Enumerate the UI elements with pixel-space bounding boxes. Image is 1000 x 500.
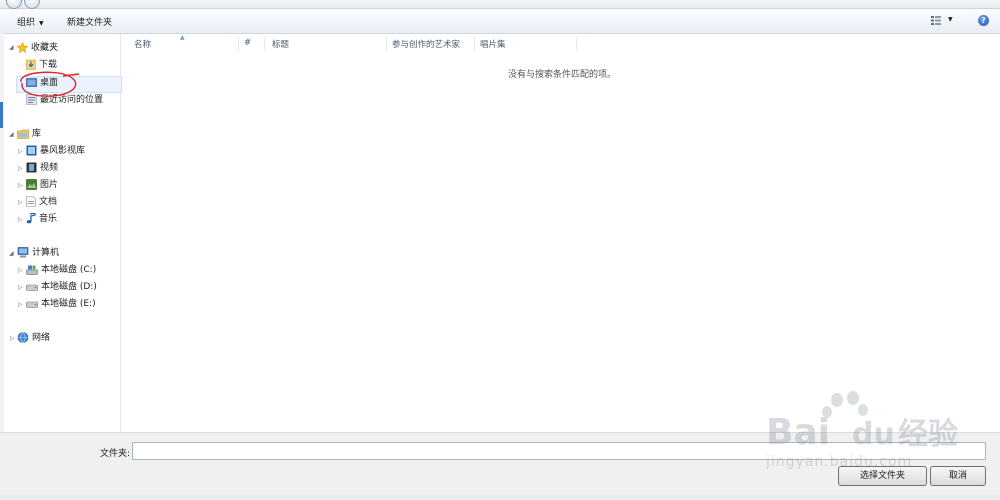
background-window-accent <box>0 102 3 128</box>
nav-computer-label: 计算机 <box>32 248 60 258</box>
organize-menu[interactable]: 组织 ▼ <box>17 15 44 28</box>
column-separator[interactable] <box>238 37 239 51</box>
nav-item-drive-d-label: 本地磁盘 (D:) <box>41 282 97 292</box>
baidu-watermark: Bai du 经验 jingyan.baidu.com <box>752 390 972 480</box>
column-separator[interactable] <box>474 37 475 51</box>
view-options-dropdown-icon[interactable]: ▼ <box>948 16 953 23</box>
nav-libraries[interactable]: 库 <box>17 127 41 142</box>
nav-item-baofeng-library[interactable]: 暴风影视库 <box>26 144 85 159</box>
nav-network[interactable]: 网络 <box>17 331 50 346</box>
organize-label: 组织 <box>17 18 36 28</box>
nav-favorites-label: 收藏夹 <box>31 43 59 53</box>
picture-icon <box>26 179 37 190</box>
forward-button[interactable] <box>24 0 40 9</box>
nav-item-pictures[interactable]: 图片 <box>26 178 58 193</box>
baidu-paw-logo: Bai du 经验 <box>766 391 958 453</box>
column-separator[interactable] <box>386 37 387 51</box>
nav-item-drive-c[interactable]: 本地磁盘 (C:) <box>26 263 96 278</box>
baidu-brand-text: Bai <box>766 412 830 450</box>
nav-item-drive-c-label: 本地磁盘 (C:) <box>41 265 97 275</box>
video-library-icon <box>26 145 37 156</box>
nav-favorites[interactable]: 收藏夹 <box>17 41 58 56</box>
network-icon <box>17 332 29 343</box>
column-header-title[interactable]: 标题 <box>272 38 289 50</box>
window-bottom-strip <box>0 494 1000 499</box>
nav-libraries-label: 库 <box>32 129 42 139</box>
music-note-icon <box>26 213 36 224</box>
nav-item-documents-label: 文档 <box>39 197 58 207</box>
window-top-strip <box>0 0 1000 9</box>
document-icon <box>26 196 36 207</box>
expanded-arrow-icon[interactable]: ◢ <box>9 250 14 257</box>
column-header-contributing-artists[interactable]: 参与创作的艺术家 <box>392 38 460 50</box>
film-icon <box>26 162 37 173</box>
baidu-brand-tail: du <box>852 417 895 450</box>
column-separator[interactable] <box>264 37 265 51</box>
collapsed-arrow-icon[interactable]: ▷ <box>18 165 23 172</box>
collapsed-arrow-icon[interactable]: ▷ <box>18 148 23 155</box>
computer-icon <box>17 247 29 258</box>
hard-drive-icon <box>26 301 38 308</box>
nav-item-music[interactable]: 音乐 <box>26 212 57 227</box>
collapsed-arrow-icon[interactable]: ▷ <box>18 199 23 206</box>
collapsed-arrow-icon[interactable]: ▷ <box>10 335 15 342</box>
nav-item-drive-e-label: 本地磁盘 (E:) <box>41 299 96 309</box>
system-drive-icon <box>26 265 38 275</box>
collapsed-arrow-icon[interactable]: ▷ <box>18 182 23 189</box>
nav-item-downloads-label: 下载 <box>39 60 58 70</box>
red-circle-annotation <box>20 71 80 97</box>
new-folder-button[interactable]: 新建文件夹 <box>67 15 112 28</box>
folder-label: 文件夹: <box>100 449 131 459</box>
expanded-arrow-icon[interactable]: ◢ <box>9 131 14 138</box>
collapsed-arrow-icon[interactable]: ▷ <box>18 267 23 274</box>
star-icon <box>17 42 28 53</box>
nav-item-drive-e[interactable]: 本地磁盘 (E:) <box>26 297 96 312</box>
column-headers: 名称 ▲ # 标题 参与创作的艺术家 唱片集 <box>122 34 1000 51</box>
baidu-url-text: jingyan.baidu.com <box>766 454 913 470</box>
download-folder-icon <box>26 59 36 70</box>
column-header-album[interactable]: 唱片集 <box>480 38 506 50</box>
nav-item-videos[interactable]: 视频 <box>26 161 58 176</box>
nav-item-music-label: 音乐 <box>39 214 58 224</box>
baidu-brand-cn: 经验 <box>898 417 958 450</box>
nav-item-pictures-label: 图片 <box>40 180 59 190</box>
collapsed-arrow-icon[interactable]: ▷ <box>18 216 23 223</box>
nav-computer[interactable]: 计算机 <box>17 246 59 261</box>
collapsed-arrow-icon[interactable]: ▷ <box>18 301 23 308</box>
column-header-number[interactable]: # <box>244 38 251 48</box>
help-icon[interactable]: ? <box>978 15 989 26</box>
hard-drive-icon <box>26 284 38 291</box>
view-options-icon[interactable] <box>931 16 941 25</box>
chevron-down-icon: ▼ <box>39 20 44 27</box>
back-button[interactable] <box>6 0 22 9</box>
toolbar: 组织 ▼ 新建文件夹 ▼ ? <box>0 9 1000 34</box>
column-header-name[interactable]: 名称 <box>134 38 151 50</box>
collapsed-arrow-icon[interactable]: ▷ <box>18 284 23 291</box>
column-separator[interactable] <box>576 37 577 51</box>
nav-item-documents[interactable]: 文档 <box>26 195 57 210</box>
nav-item-drive-d[interactable]: 本地磁盘 (D:) <box>26 280 97 295</box>
empty-results-message: 没有与搜索条件匹配的项。 <box>508 70 617 80</box>
library-folder-icon <box>17 129 29 139</box>
nav-item-videos-label: 视频 <box>40 163 59 173</box>
nav-item-baofeng-library-label: 暴风影视库 <box>40 146 86 156</box>
sort-ascending-icon: ▲ <box>180 34 185 41</box>
nav-network-label: 网络 <box>32 333 51 343</box>
expanded-arrow-icon[interactable]: ◢ <box>9 44 14 51</box>
